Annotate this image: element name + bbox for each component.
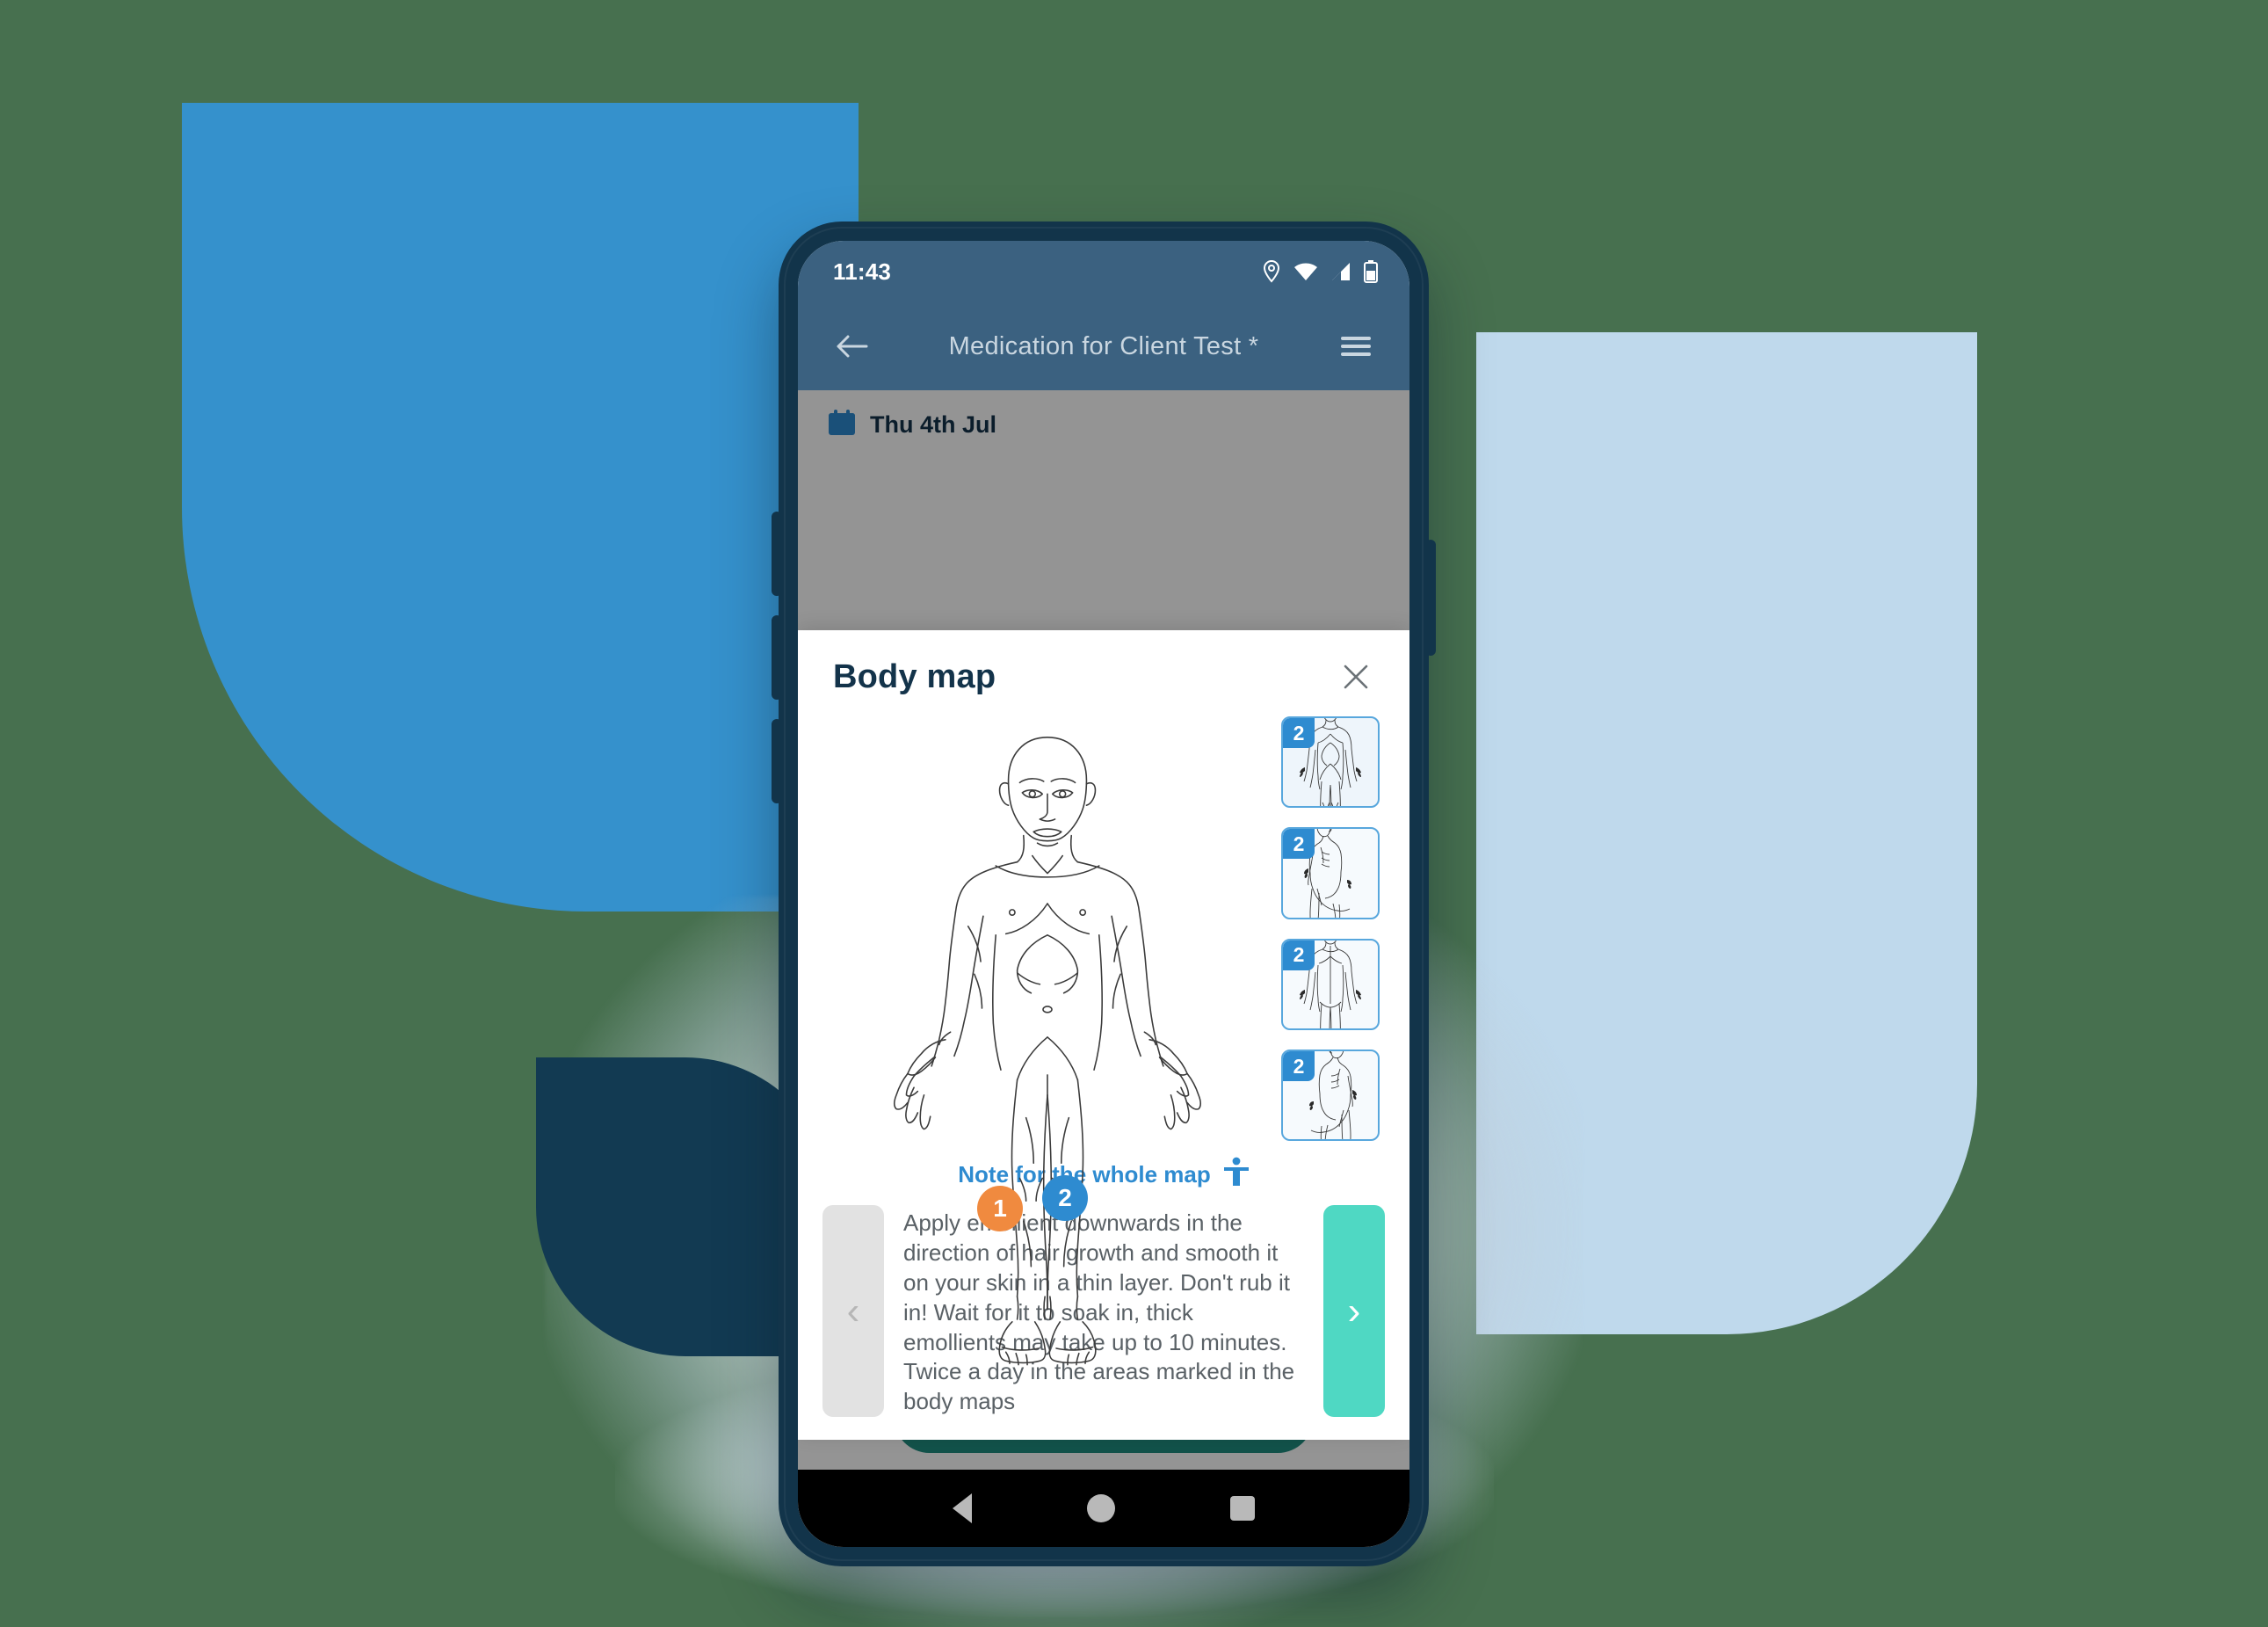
power-button[interactable] (1425, 540, 1436, 656)
status-bar: 11:43 (798, 241, 1409, 302)
battery-icon (1364, 260, 1378, 283)
phone-mockup: 11:43 Medication for Client Test * Thu 4… (772, 222, 1436, 1566)
modal-header: Body map (798, 630, 1409, 706)
thumbnail-back-view[interactable]: 2 (1281, 938, 1380, 1031)
thumbnail-front-view[interactable]: 2 (1281, 716, 1380, 809)
decorative-shape-blue (182, 103, 859, 912)
location-icon (1262, 260, 1281, 283)
thumbnail-count-badge: 2 (1283, 1051, 1315, 1082)
page-title: Medication for Client Test * (948, 331, 1259, 360)
next-note-button[interactable]: › (1323, 1205, 1385, 1417)
close-icon[interactable] (1336, 657, 1376, 697)
body-view-thumbnail-list: 2 2 2 2 (1274, 711, 1387, 1142)
nav-recents-icon[interactable] (1230, 1496, 1256, 1521)
assistant-button[interactable] (772, 719, 782, 803)
modal-body: 1 2 2 2 2 2 (798, 706, 1409, 1366)
volume-down-button[interactable] (772, 615, 782, 700)
signal-icon (1330, 262, 1351, 281)
body-figure-front[interactable]: 1 2 (821, 711, 1274, 1366)
app-bar: Medication for Client Test * (798, 302, 1409, 390)
android-nav-bar (798, 1470, 1409, 1547)
body-marker-2[interactable]: 2 (1042, 1175, 1088, 1221)
status-icon-group (1262, 260, 1378, 283)
phone-screen: 11:43 Medication for Client Test * Thu 4… (798, 241, 1409, 1547)
back-arrow-icon[interactable] (828, 323, 875, 370)
hamburger-menu-icon[interactable] (1332, 323, 1380, 370)
thumbnail-side-right-view[interactable]: 2 (1281, 827, 1380, 919)
nav-back-icon[interactable] (952, 1493, 972, 1523)
status-time: 11:43 (833, 258, 892, 285)
nav-home-icon[interactable] (1086, 1494, 1115, 1522)
thumbnail-count-badge: 2 (1283, 718, 1315, 748)
wifi-icon (1293, 262, 1318, 281)
modal-title: Body map (833, 657, 996, 695)
volume-up-button[interactable] (772, 512, 782, 596)
thumbnail-count-badge: 2 (1283, 829, 1315, 860)
thumbnail-count-badge: 2 (1283, 940, 1315, 970)
body-marker-1[interactable]: 1 (977, 1186, 1023, 1231)
thumbnail-side-left-view[interactable]: 2 (1281, 1050, 1380, 1142)
body-map-modal: Body map 1 2 2 2 2 2 Note for the whole … (798, 630, 1409, 1440)
